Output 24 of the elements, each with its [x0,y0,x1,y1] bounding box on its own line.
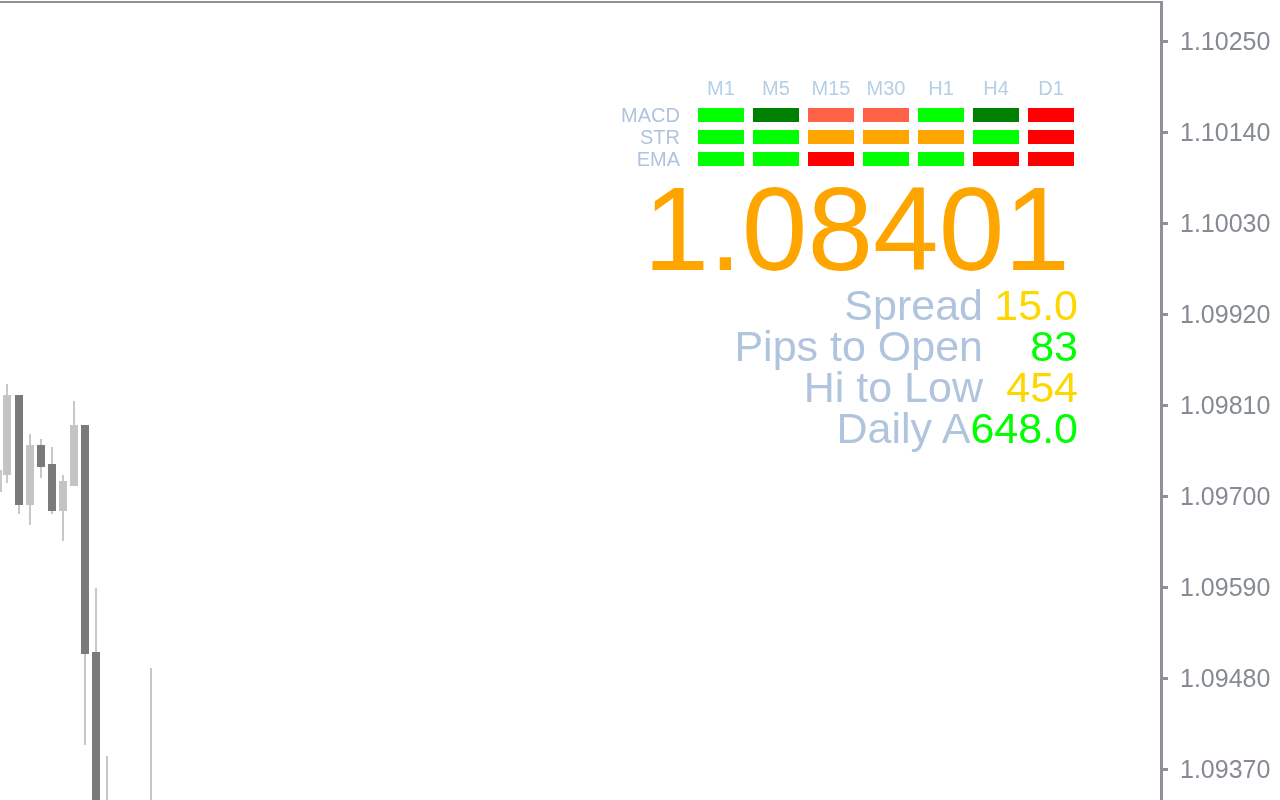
price-axis-label: 1.10140 [1180,120,1271,144]
stat-value: 83 [1029,326,1078,367]
price-axis-label: 1.09590 [1180,575,1271,599]
stat-value: 15.0 [993,285,1078,326]
timeframe-label: D1 [1038,76,1064,100]
price-axis-label: 1.09370 [1180,757,1271,781]
timeframe-label: M5 [762,76,790,100]
price-axis-label: 1.10030 [1180,211,1271,235]
timeframe-label: M1 [707,76,735,100]
price-axis-label: 1.09810 [1180,393,1271,417]
stat-value: 454 [1005,367,1078,408]
indicator-label: EMA [636,149,680,169]
price-axis-label: 1.09480 [1180,666,1271,690]
timeframe-label: H4 [983,76,1009,100]
stat-value: 648.0 [970,408,1078,449]
indicator-label: STR [640,127,680,147]
price-axis-label: 1.10250 [1180,29,1271,53]
indicator-label: MACD [621,105,680,125]
timeframe-label: M30 [866,76,906,100]
price-axis-label: 1.09920 [1180,302,1271,326]
timeframe-label: H1 [928,76,954,100]
current-price: 1.08401 [643,170,1070,288]
timeframe-label: M15 [811,76,851,100]
price-axis-label: 1.09700 [1180,484,1271,508]
